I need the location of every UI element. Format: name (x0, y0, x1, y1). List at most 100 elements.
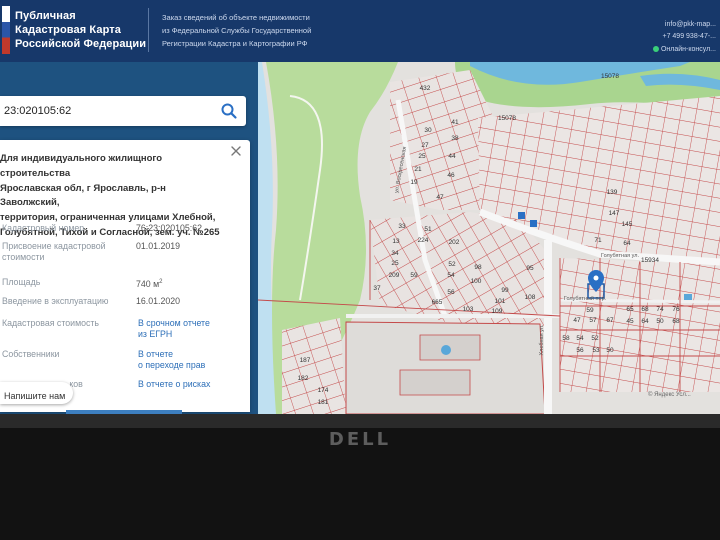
map-parcel-label: 59 (410, 272, 418, 279)
map-parcel-label: 44 (448, 153, 456, 160)
commissioning-label: Введение в эксплуатацию (2, 296, 109, 306)
map-parcel-label: 50 (656, 318, 664, 325)
map-pin-dot (593, 275, 599, 281)
urgent-report-link-line: из ЕГРН (138, 329, 173, 339)
map-parcel-label: 41 (451, 119, 459, 126)
map-parcel-label: 27 (421, 142, 429, 149)
map-parcel-label: 103 (463, 306, 474, 313)
photo-frame: 15078 15078 432 41 30 38 27 25 44 21 46 19 47 33 13 224… (0, 0, 720, 540)
industrial-marker (441, 345, 451, 355)
map-parcel-label: 38 (451, 135, 459, 142)
valuation-date-label-line: стоимости (2, 252, 45, 262)
map-parcel-label: 53 (592, 347, 600, 354)
map-parcel-label: 68 (641, 306, 649, 313)
rights-transfer-link-line: В отчете (138, 349, 174, 359)
map-parcel-label: 71 (594, 237, 602, 244)
search-input[interactable] (4, 102, 204, 120)
cadastral-value-label: Кадастровая стоимость (2, 318, 100, 328)
map-parcel-label: 64 (641, 318, 649, 325)
close-icon[interactable] (229, 144, 243, 158)
map-parcel-label: 52 (448, 261, 456, 268)
cadastral-number-value: 76:23:020105:62 (136, 223, 203, 233)
bus-stop-icon (530, 220, 537, 227)
map-parcel-label: 74 (656, 306, 664, 313)
header-info-line: Регистрации Кадастра и Картографии РФ (162, 39, 308, 48)
area-number: 740 м (136, 278, 160, 289)
header-divider (148, 8, 149, 52)
map-parcel-label: 45 (626, 318, 634, 325)
logo-line[interactable]: Публичная (15, 10, 76, 22)
write-to-us-button[interactable]: Напишите нам (0, 382, 73, 404)
header-info-line: из Федеральной Службы Государственной (162, 26, 312, 35)
map-parcel-label: 15078 (601, 73, 619, 80)
map-parcel-label: 54 (576, 335, 584, 342)
map-parcel-label: 95 (526, 265, 534, 272)
map-parcel-label: 224 (418, 237, 429, 244)
cadastral-number-label: Кадастровый номер (2, 223, 85, 233)
rights-transfer-link-line: о переходе прав (138, 360, 206, 370)
laptop-screen: 15078 15078 432 41 30 38 27 25 44 21 46 19 47 33 13 224… (0, 0, 720, 414)
map-parcel-label: 209 (389, 272, 400, 279)
online-consultant-label: Онлайн-консул... (660, 46, 716, 53)
map-parcel-label: 46 (447, 172, 455, 179)
map-parcel-label: 67 (606, 317, 614, 324)
map-parcel-label: 76 (672, 306, 680, 313)
map-parcel-label: 182 (298, 375, 309, 382)
map-parcel-label: 59 (586, 307, 594, 314)
map-parcel-label: 30 (424, 127, 432, 134)
map-parcel-label: 56 (576, 347, 584, 354)
map-parcel-label: 147 (609, 210, 620, 217)
map-parcel-label: 13 (392, 238, 400, 245)
valuation-date-label-line: Присвоение кадастровой (2, 241, 106, 251)
logo-line[interactable]: Российской Федерации (15, 38, 146, 50)
map-parcel-label: 51 (424, 226, 432, 233)
object-purpose: Для индивидуального жилищного строительс… (0, 153, 163, 179)
risks-report-link[interactable]: В отчете о рисках (138, 379, 210, 390)
rights-transfer-report-link[interactable]: В отчете о переходе прав (138, 349, 205, 371)
header-info-line: Заказ сведений об объекте недвижимости (162, 13, 310, 22)
owners-label: Собственники (2, 349, 60, 359)
urgent-report-link[interactable]: В срочном отчете из ЕГРН (138, 318, 210, 340)
contact-email[interactable]: info@pkk-map... (665, 21, 716, 28)
map-parcel-label: 15934 (641, 257, 659, 264)
coat-of-arms-icon (2, 6, 10, 54)
map-parcel-label: 25 (418, 153, 426, 160)
map-parcel-label: 99 (501, 287, 509, 294)
map-parcel-label: 15078 (498, 115, 516, 122)
map-parcel-label: 109 (492, 308, 503, 315)
map-parcel-label: 432 (420, 85, 431, 92)
map-parcel-label: 181 (318, 399, 329, 406)
online-status-icon (652, 46, 659, 53)
laptop-brand-logo: DELL (328, 429, 392, 450)
map-parcel-label: 57 (589, 317, 597, 324)
map-parcel-label: 187 (300, 357, 311, 364)
industrial-building (399, 369, 471, 396)
map-copyright: © Яндекс Усл... (648, 392, 691, 398)
valuation-date-value: 01.01.2019 (136, 241, 181, 251)
map-parcel-label: 50 (606, 347, 614, 354)
map-parcel-label: 665 (432, 299, 443, 306)
bus-stop-icon (518, 212, 525, 219)
map-parcel-label: 25 (391, 260, 399, 267)
plot-area-southwest (282, 318, 346, 414)
search-icon[interactable] (220, 102, 238, 120)
map-parcel-label: 202 (449, 239, 460, 246)
map-parcel-label: 37 (373, 285, 381, 292)
map-parcel-label: 56 (447, 289, 455, 296)
map-parcel-label: 139 (607, 189, 618, 196)
map-parcel-label: 33 (398, 223, 406, 230)
area-unit-superscript: 2 (159, 279, 163, 285)
map-parcel-label: 108 (525, 294, 536, 301)
map-parcel-label: 52 (591, 335, 599, 342)
search-box (0, 96, 246, 126)
map-parcel-label: 64 (623, 240, 631, 247)
contact-phone[interactable]: +7 499 938-47-... (662, 33, 716, 40)
map-parcel-label: 34 (391, 250, 399, 257)
map-street-label: Голубятный пер. (564, 295, 607, 302)
logo-line[interactable]: Кадастровая Карта (15, 24, 121, 36)
online-consultant-link[interactable]: Онлайн-консул... (652, 46, 716, 53)
screen-bezel (0, 414, 720, 428)
map-parcel-label: 54 (447, 272, 455, 279)
area-label: Площадь (2, 277, 41, 287)
map-parcel-label: 98 (474, 264, 482, 271)
